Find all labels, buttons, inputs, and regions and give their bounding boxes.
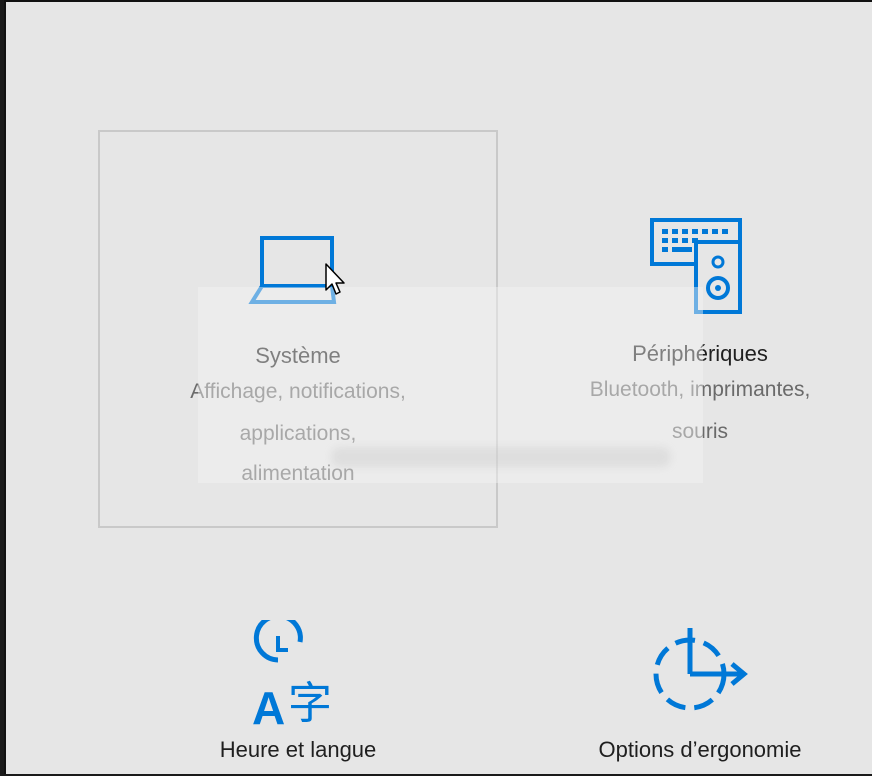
- tile-title: Système: [255, 343, 341, 368]
- settings-panel: Système Affichage, notifications, applic…: [4, 0, 872, 774]
- tile-desc-line: alimentation: [241, 462, 355, 485]
- tile-options-ergonomie[interactable]: Options d’ergonomie: [530, 582, 870, 776]
- tile-desc-line: applications,: [239, 422, 357, 445]
- tile-title: Options d’ergonomie: [598, 737, 802, 762]
- tile-desc-line: souris: [671, 420, 729, 443]
- tile-desc-line: Affichage, notifications,: [190, 380, 406, 403]
- tile-desc-line: Bluetooth, imprimantes,: [589, 378, 811, 401]
- tile-title: Périphériques: [632, 341, 768, 366]
- devices-icon: [648, 216, 748, 321]
- tile-heure-et-langue[interactable]: A 字 Heure et langue: [98, 582, 498, 776]
- ease-of-access-icon: [646, 622, 750, 727]
- svg-text:字: 字: [288, 678, 332, 729]
- tile-title: Heure et langue: [219, 737, 377, 762]
- svg-text:A: A: [252, 682, 285, 730]
- mouse-cursor-icon: [324, 262, 348, 303]
- tile-systeme[interactable]: Système Affichage, notifications, applic…: [98, 130, 498, 528]
- tile-peripheriques[interactable]: Périphériques Bluetooth, imprimantes, so…: [530, 130, 870, 528]
- time-language-icon: A 字: [248, 613, 348, 735]
